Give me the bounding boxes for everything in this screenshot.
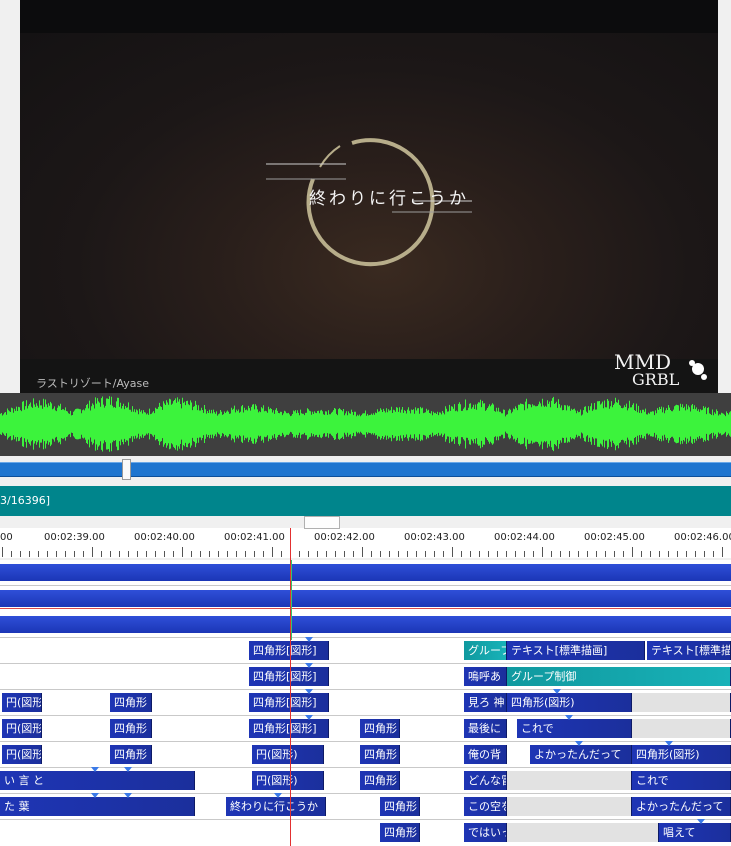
time-ruler[interactable]: 00 00:02:39.00 00:02:40.00 00:02:41.00 0… bbox=[0, 528, 731, 558]
ruler-label: 00:02:40.00 bbox=[134, 532, 195, 543]
track-bar[interactable] bbox=[0, 564, 731, 581]
timeline-clip[interactable]: 四角形 bbox=[380, 797, 420, 816]
layer-divider bbox=[0, 741, 731, 742]
timeline-clip[interactable]: これで bbox=[632, 771, 731, 790]
timeline-clip[interactable]: よかったんだって bbox=[530, 745, 632, 764]
ruler-label: 00:02:45.00 bbox=[584, 532, 645, 543]
ruler-label: 00 bbox=[0, 532, 13, 543]
layer-divider bbox=[0, 793, 731, 794]
timeline-clip[interactable]: 円(図形) bbox=[252, 771, 324, 790]
timeline-clip[interactable]: 最後に bbox=[464, 719, 507, 738]
timeline-clip[interactable]: 四角形(図形) bbox=[507, 693, 632, 712]
timeline-clip[interactable]: この空を bbox=[464, 797, 507, 816]
layer-divider bbox=[0, 767, 731, 768]
layer-divider bbox=[0, 663, 731, 664]
timeline-clip[interactable]: 四角形 bbox=[110, 719, 152, 738]
timeline-clip[interactable]: 四角形[図形] bbox=[249, 641, 329, 660]
timeline-clip[interactable]: グループ bbox=[464, 641, 507, 660]
timeline-clip[interactable]: グループ制御 bbox=[507, 667, 731, 686]
timeline-clip[interactable]: 四角形[図形] bbox=[249, 667, 329, 686]
ruler-label: 00:02:43.00 bbox=[404, 532, 465, 543]
ruler-label: 00:02:39.00 bbox=[44, 532, 105, 543]
layer-divider bbox=[0, 715, 731, 716]
timeline-clip[interactable]: 四角形 bbox=[110, 693, 152, 712]
track-bar[interactable] bbox=[0, 590, 731, 607]
layer-divider bbox=[0, 689, 731, 690]
layer-divider bbox=[0, 585, 731, 586]
video-preview[interactable]: 終わりに行こうか ラストリゾート/Ayase MMD GRBL bbox=[20, 0, 718, 393]
timeline-clip[interactable]: 見ろ 神 bbox=[464, 693, 507, 712]
timeline-clip[interactable]: どんな冒 bbox=[464, 771, 507, 790]
frame-info-bar bbox=[0, 486, 731, 516]
timeline-clip[interactable]: 四角形(図形) bbox=[632, 745, 731, 764]
timeline-clip[interactable]: 円(図形 bbox=[2, 719, 42, 738]
track-separator bbox=[0, 608, 731, 609]
timeline-clip[interactable]: 嗚呼あ bbox=[464, 667, 507, 686]
timeline-clip[interactable]: 円(図形 bbox=[2, 693, 42, 712]
timeline-clip[interactable]: 終わりに行こうか bbox=[226, 797, 326, 816]
timeline-clip[interactable]: 唱えて bbox=[659, 823, 731, 842]
timeline-clip[interactable]: これで bbox=[517, 719, 632, 738]
song-credit: ラストリゾート/Ayase bbox=[36, 377, 150, 390]
timeline-clip[interactable]: テキスト[標準描画] bbox=[647, 641, 731, 660]
audio-waveform[interactable] bbox=[0, 393, 731, 456]
ruler-label: 00:02:42.00 bbox=[314, 532, 375, 543]
ruler-label: 00:02:41.00 bbox=[224, 532, 285, 543]
timeline-clip-inactive[interactable] bbox=[507, 823, 659, 842]
timeline-clip[interactable]: テキスト[標準描画] bbox=[507, 641, 645, 660]
timeline-clip[interactable]: 四角形 bbox=[360, 771, 400, 790]
timeline-clip[interactable]: 四角形[図形] bbox=[249, 719, 329, 738]
timeline-clip[interactable]: 俺の背 bbox=[464, 745, 507, 764]
timeline-clip-inactive[interactable] bbox=[632, 693, 731, 712]
timeline-clip-inactive[interactable] bbox=[507, 797, 632, 816]
timeline-clip-inactive[interactable] bbox=[507, 771, 632, 790]
waveform-signal bbox=[0, 396, 731, 452]
timeline-clip[interactable]: ではいっ bbox=[464, 823, 507, 842]
timeline-clip[interactable]: よかったんだって bbox=[632, 797, 731, 816]
layer-divider bbox=[0, 637, 731, 638]
timeline-clip[interactable]: 円(図形) bbox=[252, 745, 324, 764]
timeline-clip[interactable]: い 言 と bbox=[0, 771, 195, 790]
frame-counter: 3/16396] bbox=[0, 494, 50, 507]
timeline-clip[interactable]: 四角形 bbox=[380, 823, 420, 842]
ruler-label: 00:02:46.00 bbox=[674, 532, 731, 543]
layer-divider bbox=[0, 819, 731, 820]
timeline-clip[interactable]: た 葉 bbox=[0, 797, 195, 816]
lyric-text: 終わりに行こうか bbox=[309, 189, 469, 209]
track-bar[interactable] bbox=[0, 616, 731, 633]
timeline-clip[interactable]: 四角形 bbox=[360, 719, 400, 738]
seek-bar[interactable] bbox=[0, 462, 731, 477]
playhead-marker bbox=[291, 560, 292, 640]
ruler-scroll-handle[interactable] bbox=[304, 516, 340, 529]
logo: MMD GRBL bbox=[614, 350, 707, 387]
timeline-clip[interactable]: 四角形[図形] bbox=[249, 693, 329, 712]
svg-text:GRBL: GRBL bbox=[632, 370, 680, 387]
seek-thumb[interactable] bbox=[122, 459, 131, 480]
timeline-clip[interactable]: 四角形 bbox=[360, 745, 400, 764]
timeline-clip-inactive[interactable] bbox=[632, 719, 731, 738]
ruler-label: 00:02:44.00 bbox=[494, 532, 555, 543]
timeline-clip[interactable]: 四角形 bbox=[110, 745, 152, 764]
timeline-clip[interactable]: 円(図形 bbox=[2, 745, 42, 764]
timeline-layers[interactable]: 四角形[図形] グループ テキスト[標準描画] テキスト[標準描画] 四角形[図… bbox=[0, 560, 731, 846]
